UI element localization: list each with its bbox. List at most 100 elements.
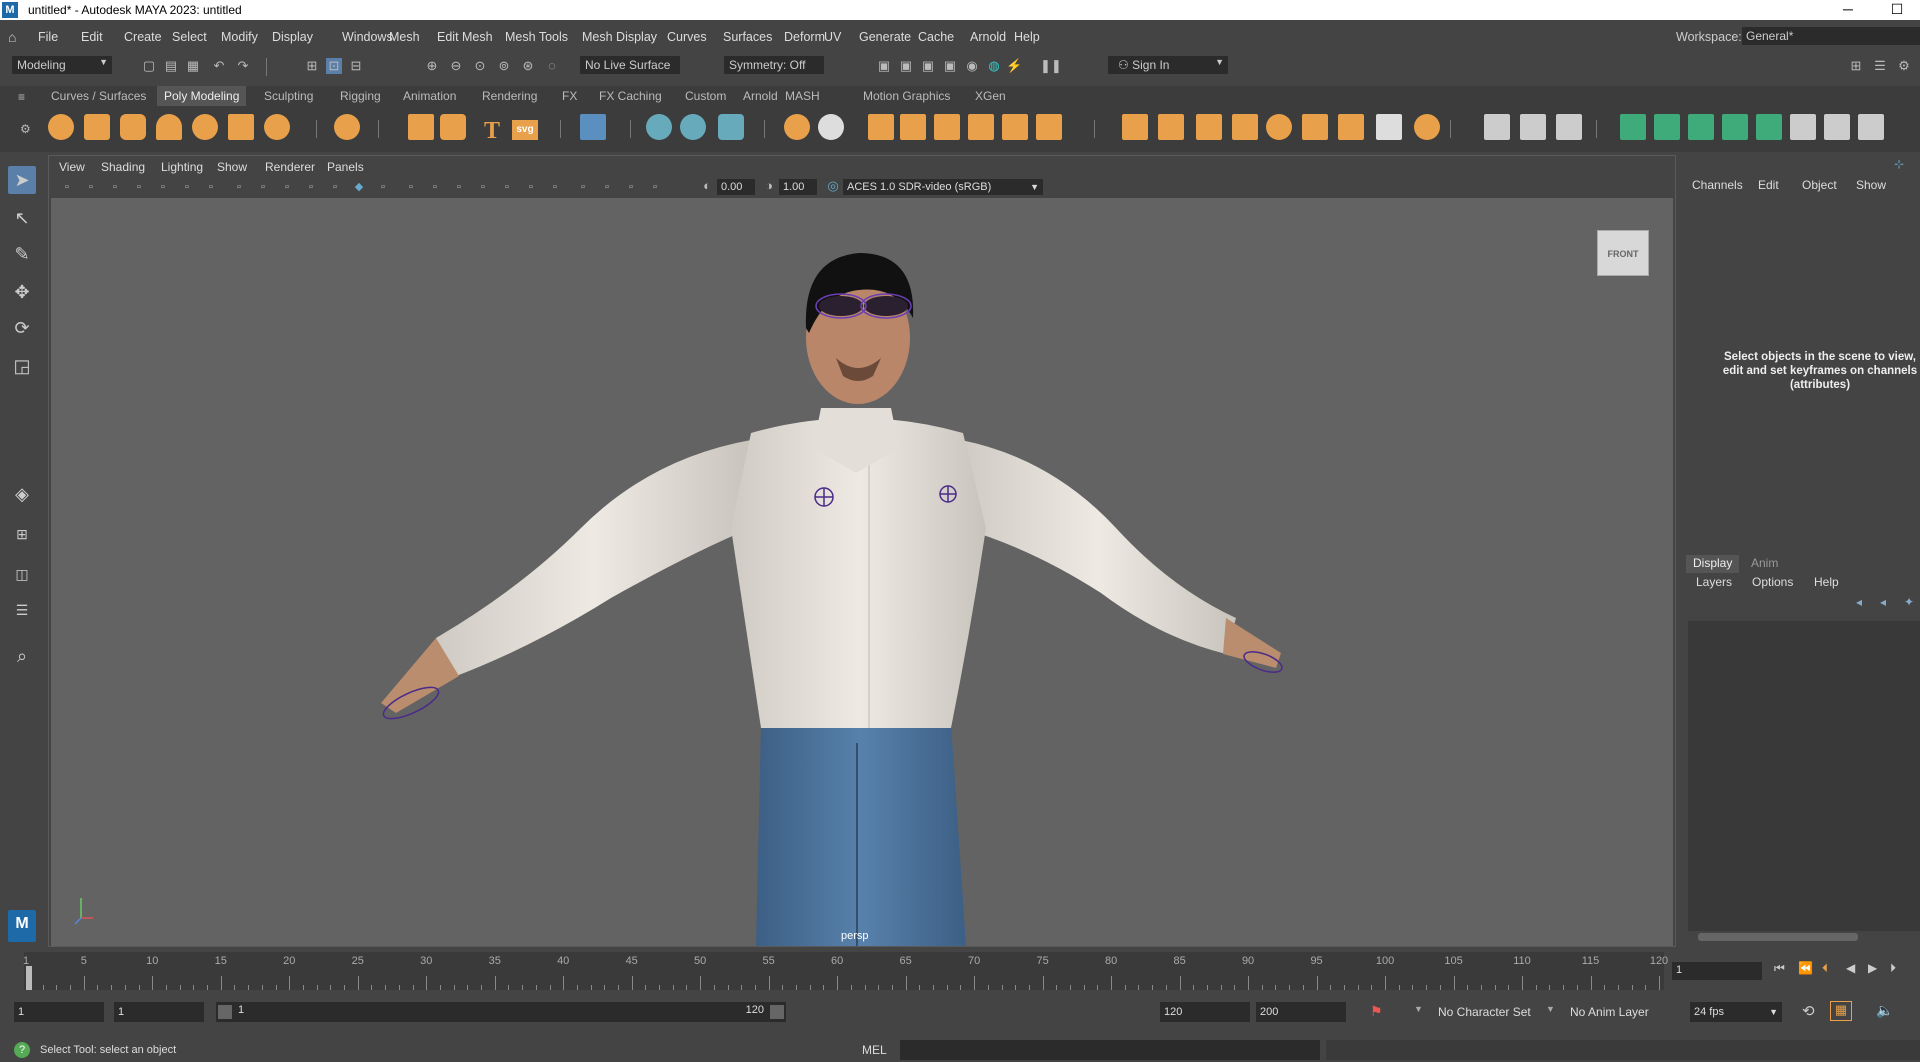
cache-playback-icon[interactable]: ▦ <box>1830 1001 1852 1021</box>
lasso-tool-icon[interactable]: ↖ <box>8 204 36 232</box>
select-tool-icon[interactable]: ➤ <box>8 166 36 194</box>
menu-mesh-tools[interactable]: Mesh Tools <box>505 30 568 44</box>
time-ruler[interactable]: 1 5 10 15 20 25 30 35 40 45 50 55 60 65 70 75 80 85 90 95 1… <box>23 952 1668 990</box>
grid-icon[interactable]: ▫ <box>179 179 195 195</box>
script-language-toggle[interactable]: MEL <box>862 1043 887 1057</box>
menu-windows[interactable]: Windows <box>342 30 393 44</box>
depth-of-field-icon[interactable]: ▫ <box>547 179 563 195</box>
ambient-occlusion-icon[interactable]: ▫ <box>475 179 491 195</box>
search-icon[interactable]: ⌕ <box>8 642 36 670</box>
xray-joints-icon[interactable]: ▫ <box>623 179 639 195</box>
goto-start-icon[interactable]: ⏮ <box>1774 961 1785 976</box>
view-cube-face[interactable]: FRONT <box>1597 230 1649 276</box>
range-handle-start[interactable] <box>218 1005 232 1019</box>
menu-cache[interactable]: Cache <box>918 30 954 44</box>
xray-icon[interactable]: ▫ <box>599 179 615 195</box>
average-vertices-icon[interactable] <box>1556 114 1582 140</box>
relax-icon[interactable] <box>1484 114 1510 140</box>
super-shape-icon[interactable] <box>408 114 434 140</box>
menu-help[interactable]: Help <box>1014 30 1040 44</box>
minimize-button[interactable]: ─ <box>1828 0 1868 20</box>
poly-disc-icon[interactable] <box>264 114 290 140</box>
isolate-select-icon[interactable]: ▫ <box>575 179 591 195</box>
sweep-mesh-icon[interactable] <box>440 114 466 140</box>
extrude-icon[interactable] <box>868 114 894 140</box>
live-surface-field[interactable]: No Live Surface <box>580 56 680 74</box>
planar-map-icon[interactable] <box>1654 114 1680 140</box>
shelf-tab-xgen[interactable]: XGen <box>968 86 1013 106</box>
range-slider[interactable]: 1 120 <box>216 1002 786 1022</box>
unfold-icon[interactable] <box>1790 114 1816 140</box>
render-settings-icon[interactable]: ▣ <box>942 58 958 74</box>
shelf-tab-curves-surfaces[interactable]: Curves / Surfaces <box>44 86 153 106</box>
layer-menu-help[interactable]: Help <box>1814 575 1839 589</box>
two-view-icon[interactable]: ◫ <box>8 560 36 588</box>
field-chart-icon[interactable]: ▫ <box>255 179 271 195</box>
gamma-field[interactable]: 1.00 <box>779 179 817 195</box>
wedge-icon[interactable] <box>1376 114 1402 140</box>
workspace-select[interactable]: General* <box>1742 27 1920 45</box>
bookmark-icon[interactable]: ▫ <box>107 179 123 195</box>
shelf-tab-mash[interactable]: MASH <box>778 86 827 106</box>
step-forward-frame-icon[interactable]: ⏵ <box>1890 961 1896 976</box>
snap-edge-icon[interactable]: ◌ <box>544 58 560 74</box>
layer-menu-options[interactable]: Options <box>1752 575 1793 589</box>
smooth-icon[interactable] <box>680 114 706 140</box>
arnold-ipr-icon[interactable]: ⚡ <box>1006 58 1022 74</box>
rotate-tool-icon[interactable]: ⟳ <box>8 314 36 342</box>
menu-file[interactable]: File <box>38 30 58 44</box>
move-layer-up-icon[interactable]: ◂ <box>1856 595 1862 609</box>
menu-curves[interactable]: Curves <box>667 30 707 44</box>
panel-menu-view[interactable]: View <box>59 160 85 174</box>
image-plane-icon[interactable]: ▫ <box>131 179 147 195</box>
separate-icon[interactable] <box>646 114 672 140</box>
channel-menu-object[interactable]: Object <box>1802 178 1837 192</box>
playback-start-field[interactable]: 1 <box>114 1002 204 1022</box>
command-input[interactable] <box>900 1040 1320 1060</box>
channel-menu-channels[interactable]: Channels <box>1692 178 1743 192</box>
motion-blur-icon[interactable]: ▫ <box>499 179 515 195</box>
svg-tool-icon[interactable]: svg <box>512 120 538 140</box>
type-tool-icon[interactable]: T <box>484 118 500 145</box>
undo-icon[interactable]: ↶ <box>211 58 227 74</box>
paint-select-icon[interactable]: ✎ <box>8 240 36 268</box>
snap-point-icon[interactable]: ⊙ <box>472 58 488 74</box>
auto-uv-icon[interactable] <box>1756 114 1782 140</box>
hypershade-icon[interactable]: ◉ <box>964 58 980 74</box>
poly-cube-icon[interactable] <box>84 114 110 140</box>
arnold-render-icon[interactable]: ◍ <box>986 58 1002 74</box>
menu-mesh[interactable]: Mesh <box>389 30 420 44</box>
attribute-toggle-icon[interactable]: ⊹ <box>1894 157 1904 171</box>
range-handle-end[interactable] <box>770 1005 784 1019</box>
time-slider[interactable]: 1 5 10 15 20 25 30 35 40 45 50 55 60 65 70 75 80 85 90 95 1… <box>0 952 1920 994</box>
menu-select[interactable]: Select <box>172 30 207 44</box>
panel-menu-renderer[interactable]: Renderer <box>265 160 315 174</box>
film-gate-icon[interactable]: ▫ <box>155 179 171 195</box>
bevel-icon[interactable] <box>934 114 960 140</box>
anim-end-field[interactable]: 200 <box>1256 1002 1346 1022</box>
open-scene-icon[interactable]: ▤ <box>163 58 179 74</box>
camera-select-icon[interactable]: ▫ <box>59 179 75 195</box>
panel-menu-lighting[interactable]: Lighting <box>161 160 203 174</box>
outliner-layout-icon[interactable]: ☰ <box>8 596 36 624</box>
shelf-menu-icon[interactable]: ≡ <box>18 90 25 104</box>
shelf-tab-custom[interactable]: Custom <box>678 86 733 106</box>
safe-action-icon[interactable]: ▫ <box>279 179 295 195</box>
shelf-tab-sculpting[interactable]: Sculpting <box>257 86 320 106</box>
shelf-tab-fx[interactable]: FX <box>555 86 584 106</box>
transfer-icon[interactable] <box>1520 114 1546 140</box>
anti-aliasing-icon[interactable]: ▫ <box>523 179 539 195</box>
move-tool-icon[interactable]: ✥ <box>8 278 36 306</box>
fps-dropdown[interactable]: 24 fps ▼ <box>1690 1002 1782 1022</box>
step-back-frame-icon[interactable]: ⏴ <box>1822 961 1828 976</box>
lights-icon[interactable]: ▫ <box>427 179 443 195</box>
maximize-button[interactable]: ☐ <box>1877 0 1917 20</box>
smooth-shade-icon[interactable]: ◆ <box>351 179 367 195</box>
boolean-union-icon[interactable] <box>784 114 810 140</box>
wireframe-icon[interactable]: ▫ <box>327 179 343 195</box>
four-view-icon[interactable]: ⊞ <box>8 520 36 548</box>
render-frame-icon[interactable]: ▣ <box>876 58 892 74</box>
layer-tab-display[interactable]: Display <box>1686 555 1740 573</box>
snap-view-icon[interactable]: ⊚ <box>496 58 512 74</box>
view-cube[interactable]: FRONT <box>1591 230 1651 280</box>
